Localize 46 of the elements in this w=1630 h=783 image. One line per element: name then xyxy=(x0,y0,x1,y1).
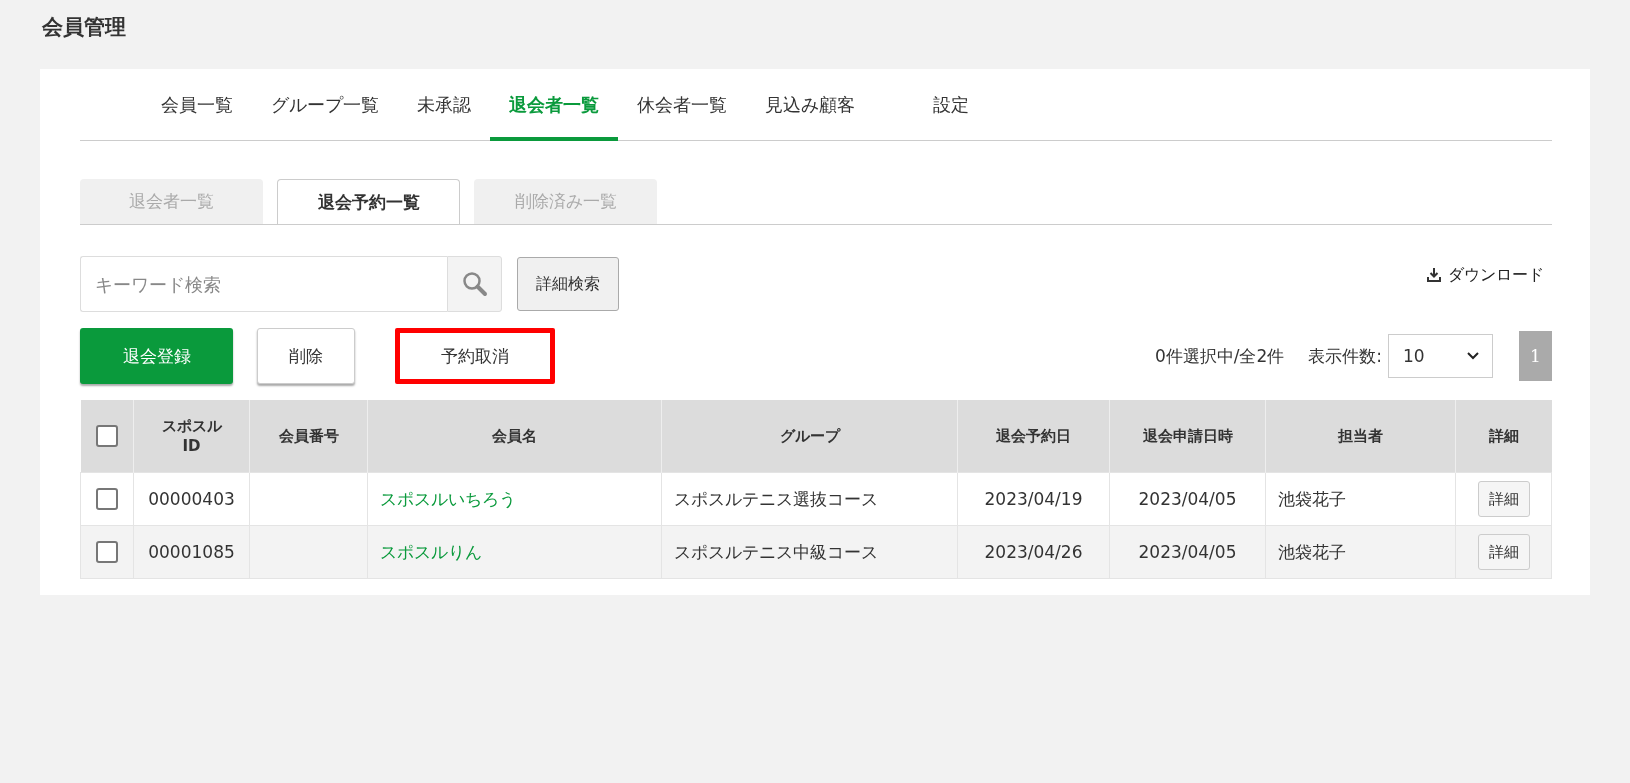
register-button[interactable]: 退会登録 xyxy=(80,328,233,384)
selection-count: 0件選択中/全2件 xyxy=(1154,344,1285,368)
page-size-label: 表示件数: xyxy=(1308,344,1382,368)
nav-tab[interactable]: 退会者一覧 xyxy=(490,72,618,141)
table-cell: 池袋花子 xyxy=(1278,488,1346,509)
detail-button[interactable]: 詳細 xyxy=(1477,534,1530,570)
nav-tab[interactable]: 休会者一覧 xyxy=(618,72,746,141)
column-header: 会員名 xyxy=(492,426,537,445)
chevron-down-icon xyxy=(1466,351,1480,361)
download-link[interactable]: ダウンロード xyxy=(1426,264,1552,286)
column-header: スポスル ID xyxy=(161,416,222,455)
search-field[interactable]: キーワード検索 xyxy=(80,256,447,312)
table-cell: スポスルテニス選抜コース xyxy=(674,488,878,509)
table-cell: 2023/04/05 xyxy=(1138,489,1237,509)
table-cell: 00001085 xyxy=(148,542,235,562)
table-cell: スポスルテニス中級コース xyxy=(674,541,878,562)
table-cell: 2023/04/19 xyxy=(984,489,1083,509)
nav-tab[interactable]: 設定 xyxy=(914,72,988,141)
column-header: 退会予約日 xyxy=(996,426,1071,445)
page-title: 会員管理 xyxy=(42,14,126,41)
download-icon xyxy=(1426,267,1442,283)
column-header: 担当者 xyxy=(1338,426,1383,445)
sub-tab[interactable]: 退会予約一覧 xyxy=(277,179,460,224)
search-button[interactable] xyxy=(447,256,502,312)
detail-button[interactable]: 詳細 xyxy=(1477,481,1530,517)
column-header: 詳細 xyxy=(1488,426,1519,445)
column-header: 会員番号 xyxy=(278,426,339,445)
row-checkbox[interactable] xyxy=(96,541,118,563)
table-cell: 池袋花子 xyxy=(1278,541,1346,562)
column-header: 退会申請日時 xyxy=(1142,426,1233,445)
advanced-search-button[interactable]: 詳細検索 xyxy=(517,257,619,311)
table-cell: 2023/04/05 xyxy=(1138,542,1237,562)
nav-tab[interactable]: 見込み顧客 xyxy=(746,72,874,141)
nav-tab[interactable]: グループ一覧 xyxy=(252,72,398,141)
column-header: グループ xyxy=(779,426,840,445)
search-icon xyxy=(461,271,488,297)
table-cell: 2023/04/26 xyxy=(984,542,1083,562)
member-name-link[interactable]: スポスルいちろう xyxy=(380,488,516,509)
select-all-checkbox[interactable] xyxy=(95,425,118,447)
page-size-select[interactable]: 10 xyxy=(1388,334,1493,378)
nav-tab[interactable]: 会員一覧 xyxy=(142,72,252,141)
table-cell: 00000403 xyxy=(148,489,235,509)
delete-button[interactable]: 削除 xyxy=(257,328,355,384)
nav-tab[interactable]: 未承認 xyxy=(398,72,490,141)
cancel-reservation-button[interactable]: 予約取消 xyxy=(395,328,555,384)
row-checkbox[interactable] xyxy=(96,488,118,510)
